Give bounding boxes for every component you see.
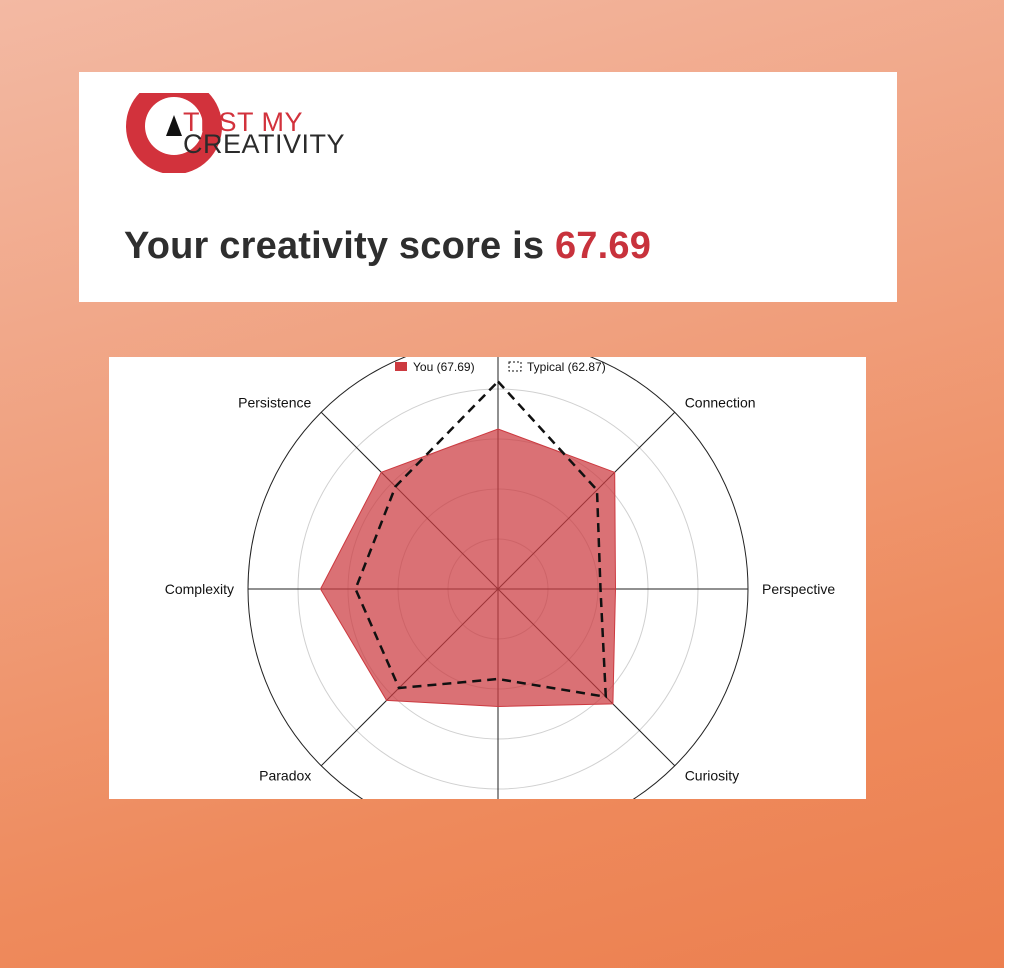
axis-label-complexity: Complexity xyxy=(165,581,234,597)
axis-label-perspective: Perspective xyxy=(762,581,835,597)
axis-label-persistence: Persistence xyxy=(238,394,311,410)
legend-swatch-dashed xyxy=(508,361,522,372)
axis-label-paradox: Paradox xyxy=(259,768,311,784)
right-edge-strip xyxy=(1004,0,1011,968)
score-value: 67.69 xyxy=(554,225,652,267)
radar-series xyxy=(319,379,617,708)
radar-chart-card: You (67.69)Typical (62.87) AbstractionCo… xyxy=(109,357,866,799)
legend-label: You (67.69) xyxy=(413,360,475,374)
chart-legend: You (67.69) Typical (62.87) xyxy=(395,360,606,374)
score-heading: Your creativity score is 67.69 xyxy=(124,225,651,268)
axis-label-curiosity: Curiosity xyxy=(685,768,739,784)
header-card: TEST MY CREATIVITY Your creativity score… xyxy=(79,72,897,302)
logo-text-line2: CREATIVITY xyxy=(183,129,346,159)
legend-swatch-filled xyxy=(395,362,407,371)
legend-item-2[interactable]: Typical (62.87) xyxy=(508,360,606,374)
radar-chart: You (67.69)Typical (62.87) AbstractionCo… xyxy=(165,357,835,799)
score-label: Your creativity score is xyxy=(124,225,545,267)
legend-item-1[interactable]: You (67.69) xyxy=(395,360,475,374)
axis-label-connection: Connection xyxy=(685,394,756,410)
legend-label: Typical (62.87) xyxy=(527,360,606,374)
